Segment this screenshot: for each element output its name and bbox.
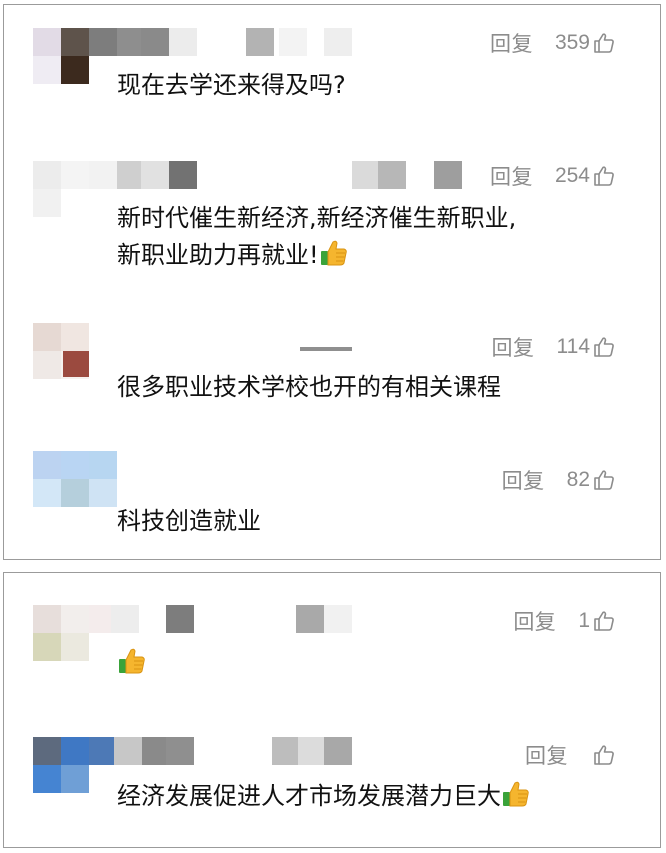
reply-button[interactable]: 回复	[490, 28, 533, 58]
comment-text-content: 经济发展促进人才市场发展潜力巨大	[117, 782, 501, 810]
comment-text-line: 新时代催生新经济,新经济催生新职业,	[117, 204, 517, 232]
comment-meta: 回复 254	[490, 161, 616, 191]
avatar[interactable]	[33, 737, 89, 793]
like-count: 359	[554, 31, 590, 54]
avatar[interactable]	[33, 451, 89, 507]
thumbs-up-emoji-icon	[319, 238, 349, 268]
reply-button[interactable]: 回复	[525, 740, 568, 770]
comment-meta: 回复	[525, 740, 616, 770]
comment-text-line2: 新职业助力再就业!	[117, 241, 319, 269]
like-count: 114	[556, 335, 590, 358]
comment-text	[117, 645, 147, 682]
comment-text: 现在去学还来得及吗?	[117, 71, 346, 99]
reply-button[interactable]: 回复	[490, 161, 533, 191]
like-icon[interactable]	[592, 31, 616, 55]
avatar[interactable]	[33, 605, 89, 661]
like-icon[interactable]	[592, 164, 616, 188]
like-icon[interactable]	[592, 335, 616, 359]
reply-button[interactable]: 回复	[492, 332, 535, 362]
comment-text: 很多职业技术学校也开的有相关课程	[117, 373, 501, 401]
like-icon[interactable]	[592, 468, 616, 492]
like-count: 82	[566, 468, 590, 491]
comment-meta: 回复 359	[490, 28, 616, 58]
comment-text: 新时代催生新经济,新经济催生新职业, 新职业助力再就业!	[117, 200, 516, 274]
comment-text-line: 新职业助力再就业!	[117, 237, 516, 274]
comment-meta: 回复 114	[492, 332, 616, 362]
comment-text: 科技创造就业	[117, 507, 261, 535]
comment-text: 经济发展促进人才市场发展潜力巨大	[117, 778, 531, 815]
comments-panel-bottom: 回复 1 回复 经济发展促进人才市场发展潜力巨大	[3, 572, 661, 848]
comments-panel-top: 回复 359 现在去学还来得及吗? 回复 254 新时代催生新经济,新经济催生新…	[3, 4, 661, 560]
reply-button[interactable]: 回复	[513, 606, 556, 636]
reply-button[interactable]: 回复	[502, 465, 545, 495]
comment-meta: 回复 1	[513, 606, 616, 636]
avatar[interactable]	[33, 323, 89, 379]
like-icon[interactable]	[592, 609, 616, 633]
avatar[interactable]	[33, 161, 89, 217]
like-icon[interactable]	[592, 743, 616, 767]
thumbs-up-emoji-icon	[117, 646, 147, 676]
avatar[interactable]	[33, 28, 89, 84]
like-count: 1	[578, 609, 590, 632]
thumbs-up-emoji-icon	[501, 779, 531, 809]
comment-meta: 回复 82	[502, 465, 616, 495]
like-count: 254	[554, 164, 590, 187]
